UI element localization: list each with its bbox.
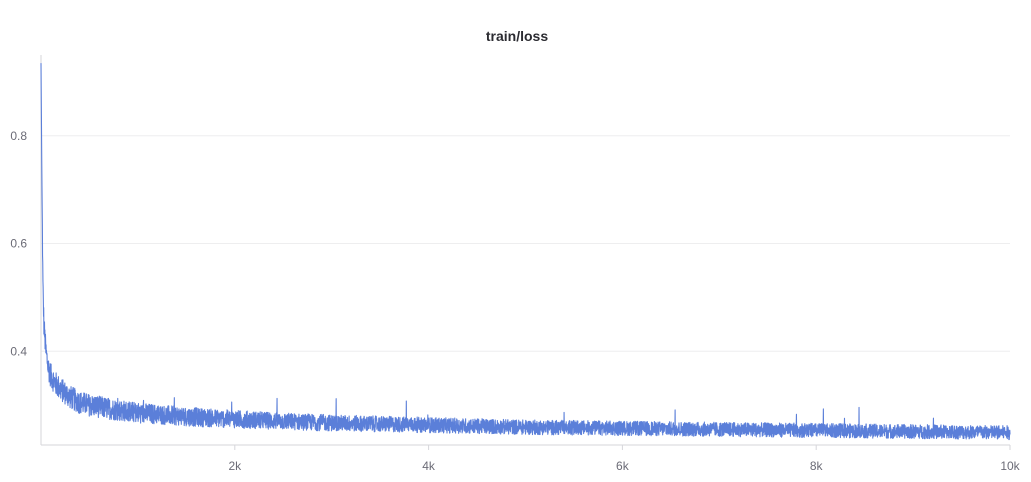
- grid-lines: [41, 135, 1010, 352]
- series-group: [40, 63, 1011, 441]
- chart-title: train/loss: [486, 28, 548, 44]
- y-tick-label: 0.4: [10, 344, 27, 358]
- x-tick-label: 8k: [810, 459, 824, 473]
- x-tick-label: 2k: [228, 459, 242, 473]
- x-tick-label: 6k: [616, 459, 630, 473]
- loss-chart: train/loss 0.4 0.6 0.8 2k 4k 6k 8k 10k: [10, 28, 1021, 473]
- x-tick-label: 10k: [1000, 459, 1020, 473]
- y-axis-ticks: 0.4 0.6 0.8: [10, 129, 27, 358]
- axes: [40, 55, 1010, 446]
- y-tick-label: 0.8: [10, 129, 27, 143]
- loss-series-line: [40, 63, 1011, 441]
- x-axis-ticks: 2k 4k 6k 8k 10k: [228, 445, 1021, 473]
- y-tick-label: 0.6: [10, 237, 27, 251]
- x-tick-label: 4k: [422, 459, 436, 473]
